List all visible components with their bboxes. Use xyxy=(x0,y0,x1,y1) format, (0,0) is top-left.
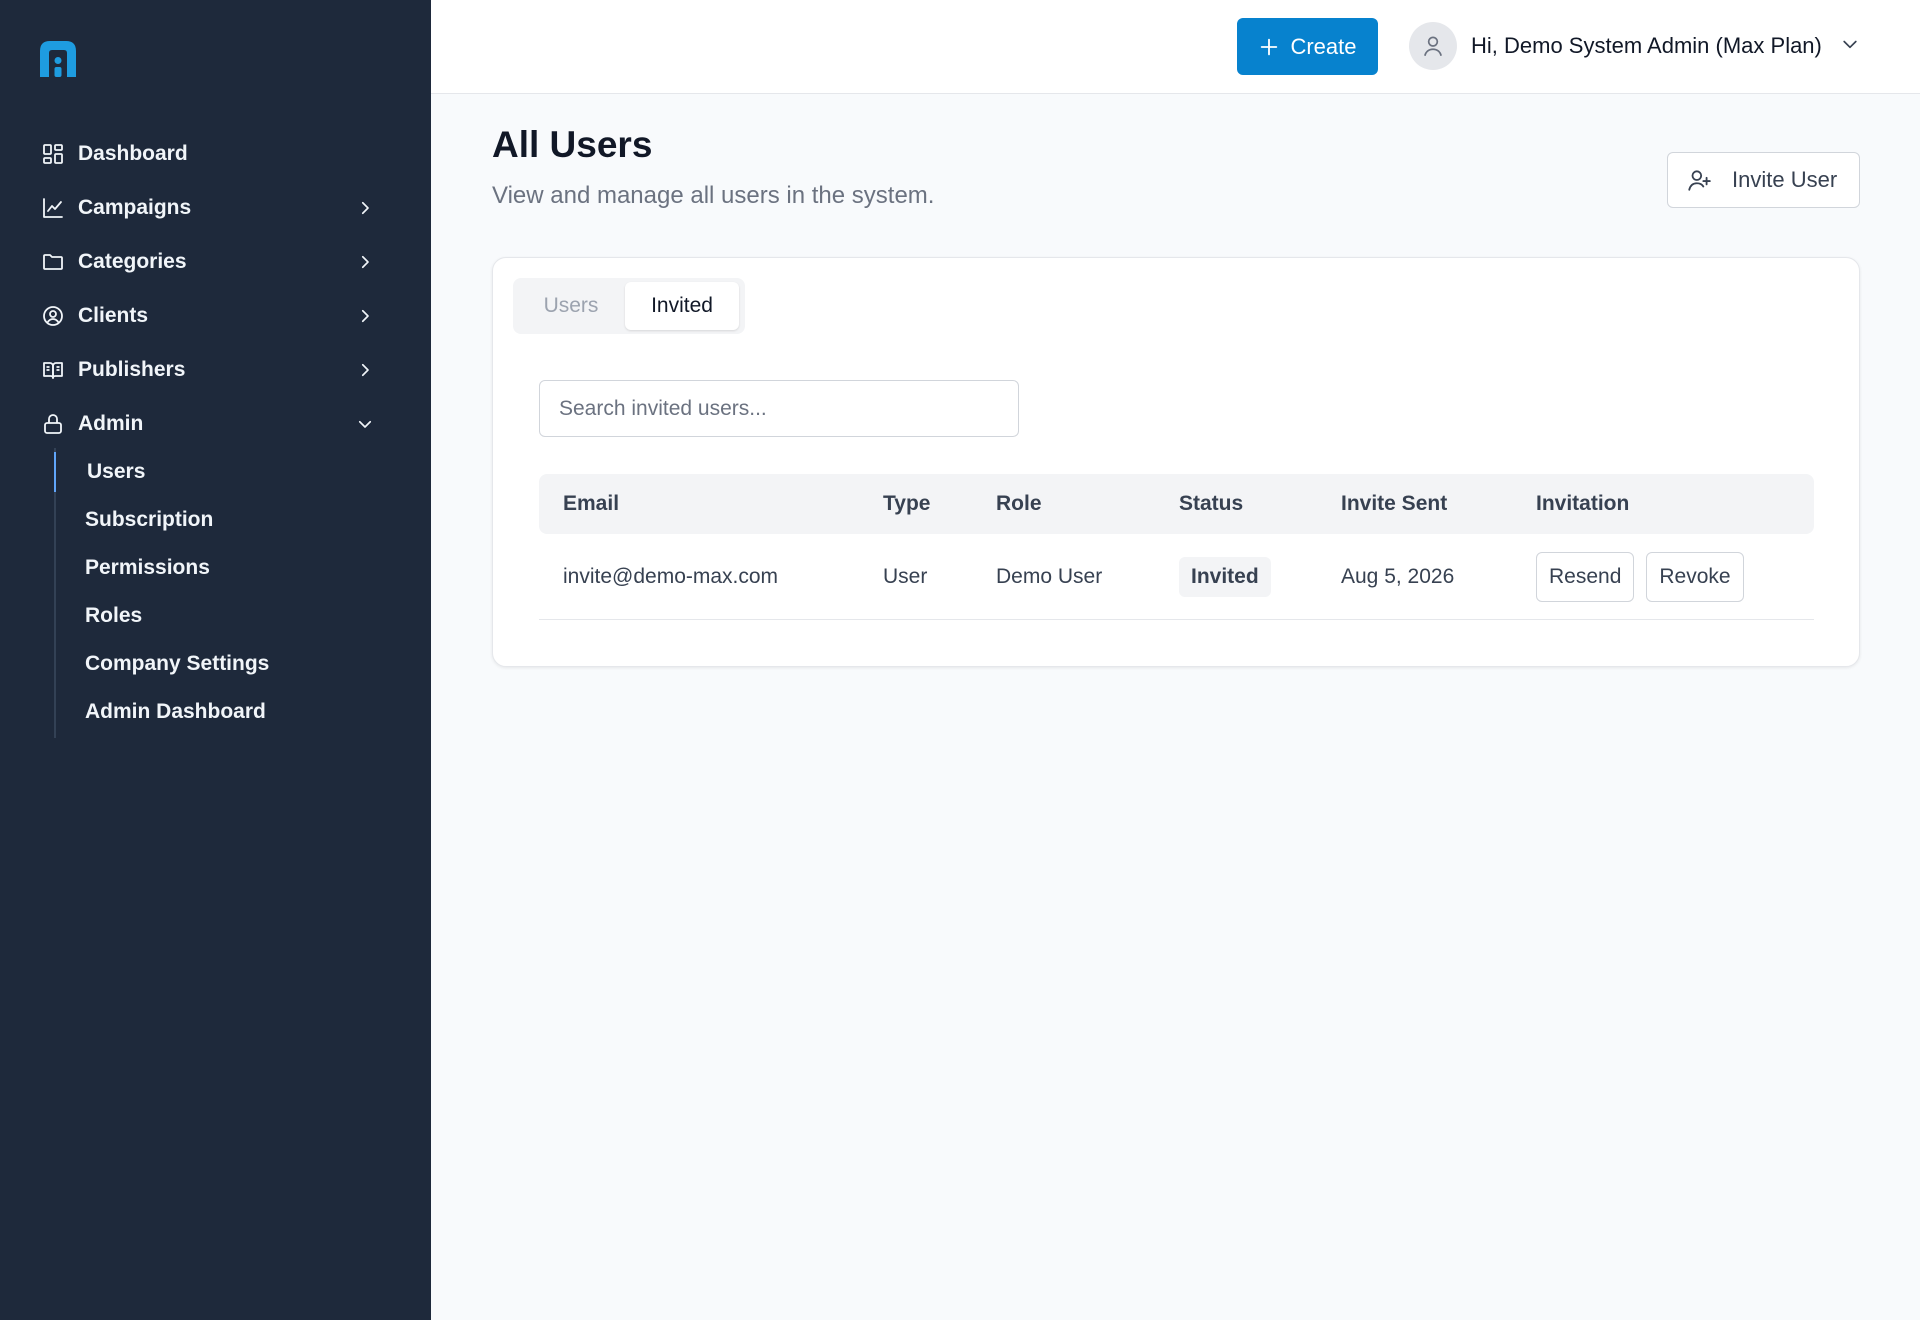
sidebar-subitem-permissions[interactable]: Permissions xyxy=(56,548,376,588)
folder-icon xyxy=(40,249,66,275)
sidebar-item-label: Publishers xyxy=(78,358,186,381)
avatar xyxy=(1409,22,1457,70)
chevron-right-icon[interactable] xyxy=(354,359,376,381)
brand-logo-icon[interactable] xyxy=(36,37,80,81)
create-button[interactable]: Create xyxy=(1237,18,1378,75)
cell-invitation-actions: Resend Revoke xyxy=(1536,534,1744,620)
book-open-icon xyxy=(40,357,66,383)
sidebar-item-publishers[interactable]: Publishers xyxy=(40,350,390,390)
sidebar: Dashboard Campaigns Categories Clients P… xyxy=(0,0,431,1320)
line-chart-icon xyxy=(40,195,66,221)
column-header-type: Type xyxy=(883,492,931,515)
sidebar-item-dashboard[interactable]: Dashboard xyxy=(40,134,390,174)
cell-email: invite@demo-max.com xyxy=(563,565,779,588)
admin-subnav: Users Subscription Permissions Roles Com… xyxy=(54,448,374,738)
chevron-right-icon[interactable] xyxy=(354,251,376,273)
sidebar-item-admin[interactable]: Admin xyxy=(40,404,390,444)
user-plus-icon xyxy=(1688,170,1711,191)
column-header-invite-sent: Invite Sent xyxy=(1341,492,1448,515)
status-badge: Invited xyxy=(1179,557,1271,597)
chevron-down-icon[interactable] xyxy=(354,413,376,435)
tab-users[interactable]: Users xyxy=(517,282,625,330)
chevron-right-icon[interactable] xyxy=(354,305,376,327)
top-header: Create Hi, Demo System Admin (Max Plan) xyxy=(431,0,1920,94)
resend-button[interactable]: Resend xyxy=(1536,552,1635,602)
chevron-right-icon[interactable] xyxy=(354,197,376,219)
cell-invite-sent: Aug 5, 2026 xyxy=(1341,565,1455,588)
sidebar-item-clients[interactable]: Clients xyxy=(40,296,390,336)
table-header: Email Type Role Status Invite Sent Invit… xyxy=(539,474,1814,534)
sidebar-item-label: Campaigns xyxy=(78,196,192,219)
search-invited-input[interactable] xyxy=(539,380,1019,437)
sidebar-item-campaigns[interactable]: Campaigns xyxy=(40,188,390,228)
user-tabs: Users Invited xyxy=(513,278,745,334)
invite-user-label: Invite User xyxy=(1732,167,1838,192)
cell-role: Demo User xyxy=(996,565,1103,588)
sidebar-subitem-users[interactable]: Users xyxy=(54,452,374,492)
sidebar-item-label: Categories xyxy=(78,250,187,273)
chevron-down-icon xyxy=(1840,34,1860,59)
sidebar-subitem-roles[interactable]: Roles xyxy=(56,596,376,636)
plus-icon xyxy=(1261,38,1278,55)
sidebar-item-label: Dashboard xyxy=(78,142,188,165)
sidebar-item-categories[interactable]: Categories xyxy=(40,242,390,282)
table-row: invite@demo-max.com User Demo User Invit… xyxy=(539,534,1814,620)
column-header-role: Role xyxy=(996,492,1042,515)
cell-status: Invited xyxy=(1179,534,1271,620)
cell-type: User xyxy=(883,565,928,588)
user-menu[interactable]: Hi, Demo System Admin (Max Plan) xyxy=(1409,21,1860,71)
page-title: All Users xyxy=(492,124,653,165)
column-header-invitation: Invitation xyxy=(1536,492,1630,515)
column-header-email: Email xyxy=(563,492,620,515)
revoke-button[interactable]: Revoke xyxy=(1646,552,1744,602)
user-icon xyxy=(1424,36,1442,57)
sidebar-subitem-subscription[interactable]: Subscription xyxy=(56,500,376,540)
user-circle-icon xyxy=(40,303,66,329)
sidebar-item-label: Clients xyxy=(78,304,149,327)
user-greeting: Hi, Demo System Admin (Max Plan) xyxy=(1471,33,1822,58)
sidebar-subitem-company-settings[interactable]: Company Settings xyxy=(56,644,376,684)
lock-icon xyxy=(40,411,66,437)
sidebar-item-label: Admin xyxy=(78,412,144,435)
users-card: Users Invited Email Type Role Status Inv… xyxy=(492,257,1860,667)
sidebar-subitem-admin-dashboard[interactable]: Admin Dashboard xyxy=(56,692,376,732)
create-button-label: Create xyxy=(1290,33,1357,59)
page-subtitle: View and manage all users in the system. xyxy=(492,182,935,209)
column-header-status: Status xyxy=(1179,492,1244,515)
tab-invited[interactable]: Invited xyxy=(625,282,739,330)
dashboard-grid-icon xyxy=(40,141,66,167)
invite-user-button[interactable]: Invite User xyxy=(1667,152,1860,208)
